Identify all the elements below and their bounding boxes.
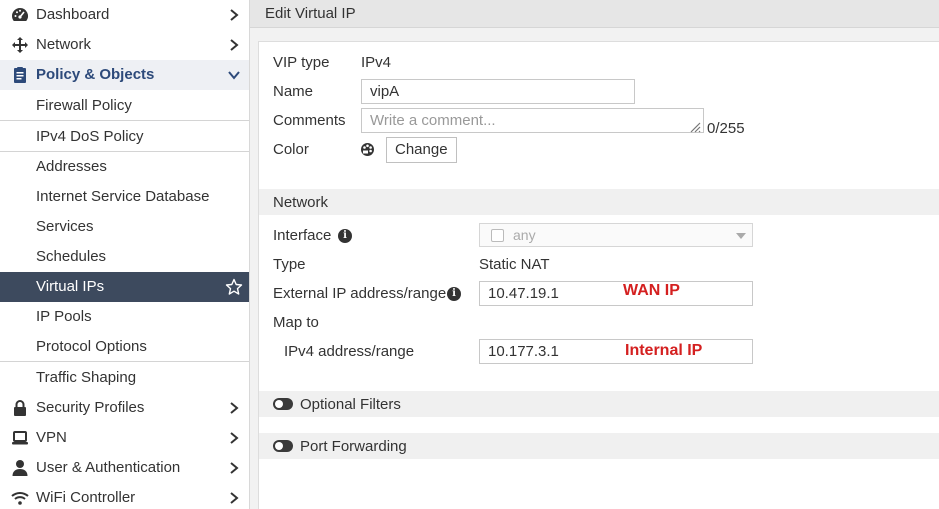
comments-counter: 0/255 bbox=[707, 120, 745, 137]
ipv4-range-label: IPv4 address/range bbox=[284, 343, 415, 360]
policy-objects-icon bbox=[10, 65, 30, 85]
sidebar-item-security-profiles[interactable]: Security Profiles bbox=[0, 393, 249, 423]
optional-filters-toggle[interactable] bbox=[273, 398, 293, 410]
internal-ip-annotation: Internal IP bbox=[625, 342, 703, 359]
sidebar-item-vpn[interactable]: VPN bbox=[0, 423, 249, 453]
palette-icon bbox=[360, 142, 375, 157]
interface-select[interactable]: any bbox=[479, 223, 753, 247]
sidebar-item-label: User & Authentication bbox=[36, 459, 181, 476]
sidebar-item-firewall-policy[interactable]: Firewall Policy bbox=[0, 91, 249, 121]
name-input[interactable]: vipA bbox=[361, 79, 635, 104]
sidebar-item-label: Network bbox=[36, 36, 92, 53]
sidebar-item-label: Schedules bbox=[36, 248, 107, 265]
checkbox-icon bbox=[491, 229, 504, 242]
sidebar-item-ipv4-dos-policy[interactable]: IPv4 DoS Policy bbox=[0, 122, 249, 152]
sidebar-item-services[interactable]: Services bbox=[0, 212, 249, 242]
sidebar-item-internet-service-database[interactable]: Internet Service Database bbox=[0, 182, 249, 212]
comments-label: Comments bbox=[273, 112, 346, 129]
chevron-down-icon bbox=[227, 68, 241, 82]
star-icon[interactable] bbox=[225, 278, 243, 296]
sidebar-item-traffic-shaping[interactable]: Traffic Shaping bbox=[0, 363, 249, 393]
sidebar-item-label: Addresses bbox=[36, 158, 107, 175]
sidebar-item-label: Policy & Objects bbox=[36, 66, 155, 83]
sidebar-item-protocol-options[interactable]: Protocol Options bbox=[0, 332, 249, 362]
sidebar: Dashboard Network Policy & Objects Firew… bbox=[0, 0, 250, 509]
interface-label: Interface bbox=[273, 227, 332, 244]
sidebar-item-dashboard[interactable]: Dashboard bbox=[0, 0, 249, 30]
lock-icon bbox=[10, 398, 30, 418]
chevron-right-icon bbox=[227, 461, 241, 475]
page-title: Edit Virtual IP bbox=[265, 5, 356, 22]
sidebar-item-schedules[interactable]: Schedules bbox=[0, 242, 249, 272]
type-label: Type bbox=[273, 256, 306, 273]
sidebar-item-addresses[interactable]: Addresses bbox=[0, 152, 249, 182]
port-forwarding-toggle[interactable] bbox=[273, 440, 293, 452]
port-forwarding-row[interactable]: Port Forwarding bbox=[259, 433, 939, 459]
sidebar-item-wifi-controller[interactable]: WiFi Controller bbox=[0, 483, 249, 509]
sidebar-item-label: Internet Service Database bbox=[36, 188, 210, 205]
interface-select-value: any bbox=[513, 227, 536, 243]
edit-form-panel: VIP type IPv4 Name vipA Comments Write a… bbox=[258, 41, 939, 509]
vip-type-value: IPv4 bbox=[361, 54, 392, 71]
user-icon bbox=[10, 458, 30, 478]
sidebar-item-label: Dashboard bbox=[36, 6, 110, 23]
chevron-right-icon bbox=[227, 491, 241, 505]
sidebar-item-label: IPv4 DoS Policy bbox=[36, 127, 144, 145]
type-value: Static NAT bbox=[479, 256, 550, 273]
info-icon[interactable]: i bbox=[338, 229, 352, 243]
external-ip-label: External IP address/range bbox=[273, 285, 447, 302]
vip-type-label: VIP type bbox=[273, 54, 330, 71]
sidebar-item-label: IP Pools bbox=[36, 308, 92, 325]
port-forwarding-label: Port Forwarding bbox=[300, 438, 407, 455]
sidebar-item-policy-objects[interactable]: Policy & Objects bbox=[0, 60, 249, 90]
info-icon[interactable]: i bbox=[447, 287, 461, 301]
network-section-title: Network bbox=[273, 194, 329, 211]
page-header: Edit Virtual IP bbox=[250, 0, 939, 28]
name-label: Name bbox=[273, 83, 314, 100]
dashboard-icon bbox=[10, 5, 30, 25]
chevron-right-icon bbox=[227, 431, 241, 445]
network-move-icon bbox=[10, 35, 30, 55]
sidebar-item-label: WiFi Controller bbox=[36, 489, 136, 506]
sidebar-item-label: Virtual IPs bbox=[36, 278, 105, 295]
comments-textarea[interactable]: Write a comment... bbox=[361, 108, 704, 133]
resize-handle-icon[interactable] bbox=[689, 120, 701, 133]
wifi-icon bbox=[10, 488, 30, 508]
external-ip-input[interactable]: 10.47.19.1 bbox=[479, 281, 753, 306]
sidebar-item-network[interactable]: Network bbox=[0, 30, 249, 60]
sidebar-item-label: Services bbox=[36, 218, 94, 235]
sidebar-item-virtual-ips[interactable]: Virtual IPs bbox=[0, 272, 249, 302]
sidebar-item-ip-pools[interactable]: IP Pools bbox=[0, 302, 249, 332]
caret-down-icon bbox=[736, 233, 746, 239]
sidebar-item-label: Traffic Shaping bbox=[36, 369, 137, 386]
color-label: Color bbox=[273, 141, 309, 158]
map-to-label: Map to bbox=[273, 314, 319, 331]
change-color-button[interactable]: Change bbox=[386, 137, 457, 163]
sidebar-item-label: Firewall Policy bbox=[36, 96, 132, 114]
ipv4-range-input[interactable]: 10.177.3.1 bbox=[479, 339, 753, 364]
optional-filters-row[interactable]: Optional Filters bbox=[259, 391, 939, 417]
optional-filters-label: Optional Filters bbox=[300, 396, 401, 413]
main-content: Edit Virtual IP VIP type IPv4 Name vipA … bbox=[250, 0, 939, 509]
sidebar-item-label: VPN bbox=[36, 429, 67, 446]
chevron-right-icon bbox=[227, 38, 241, 52]
network-section-header: Network bbox=[259, 189, 939, 215]
chevron-right-icon bbox=[227, 401, 241, 415]
sidebar-item-label: Protocol Options bbox=[36, 337, 147, 355]
laptop-icon bbox=[10, 428, 30, 448]
wan-ip-annotation: WAN IP bbox=[623, 282, 680, 299]
sidebar-item-user-authentication[interactable]: User & Authentication bbox=[0, 453, 249, 483]
sidebar-item-label: Security Profiles bbox=[36, 399, 145, 416]
chevron-right-icon bbox=[227, 8, 241, 22]
